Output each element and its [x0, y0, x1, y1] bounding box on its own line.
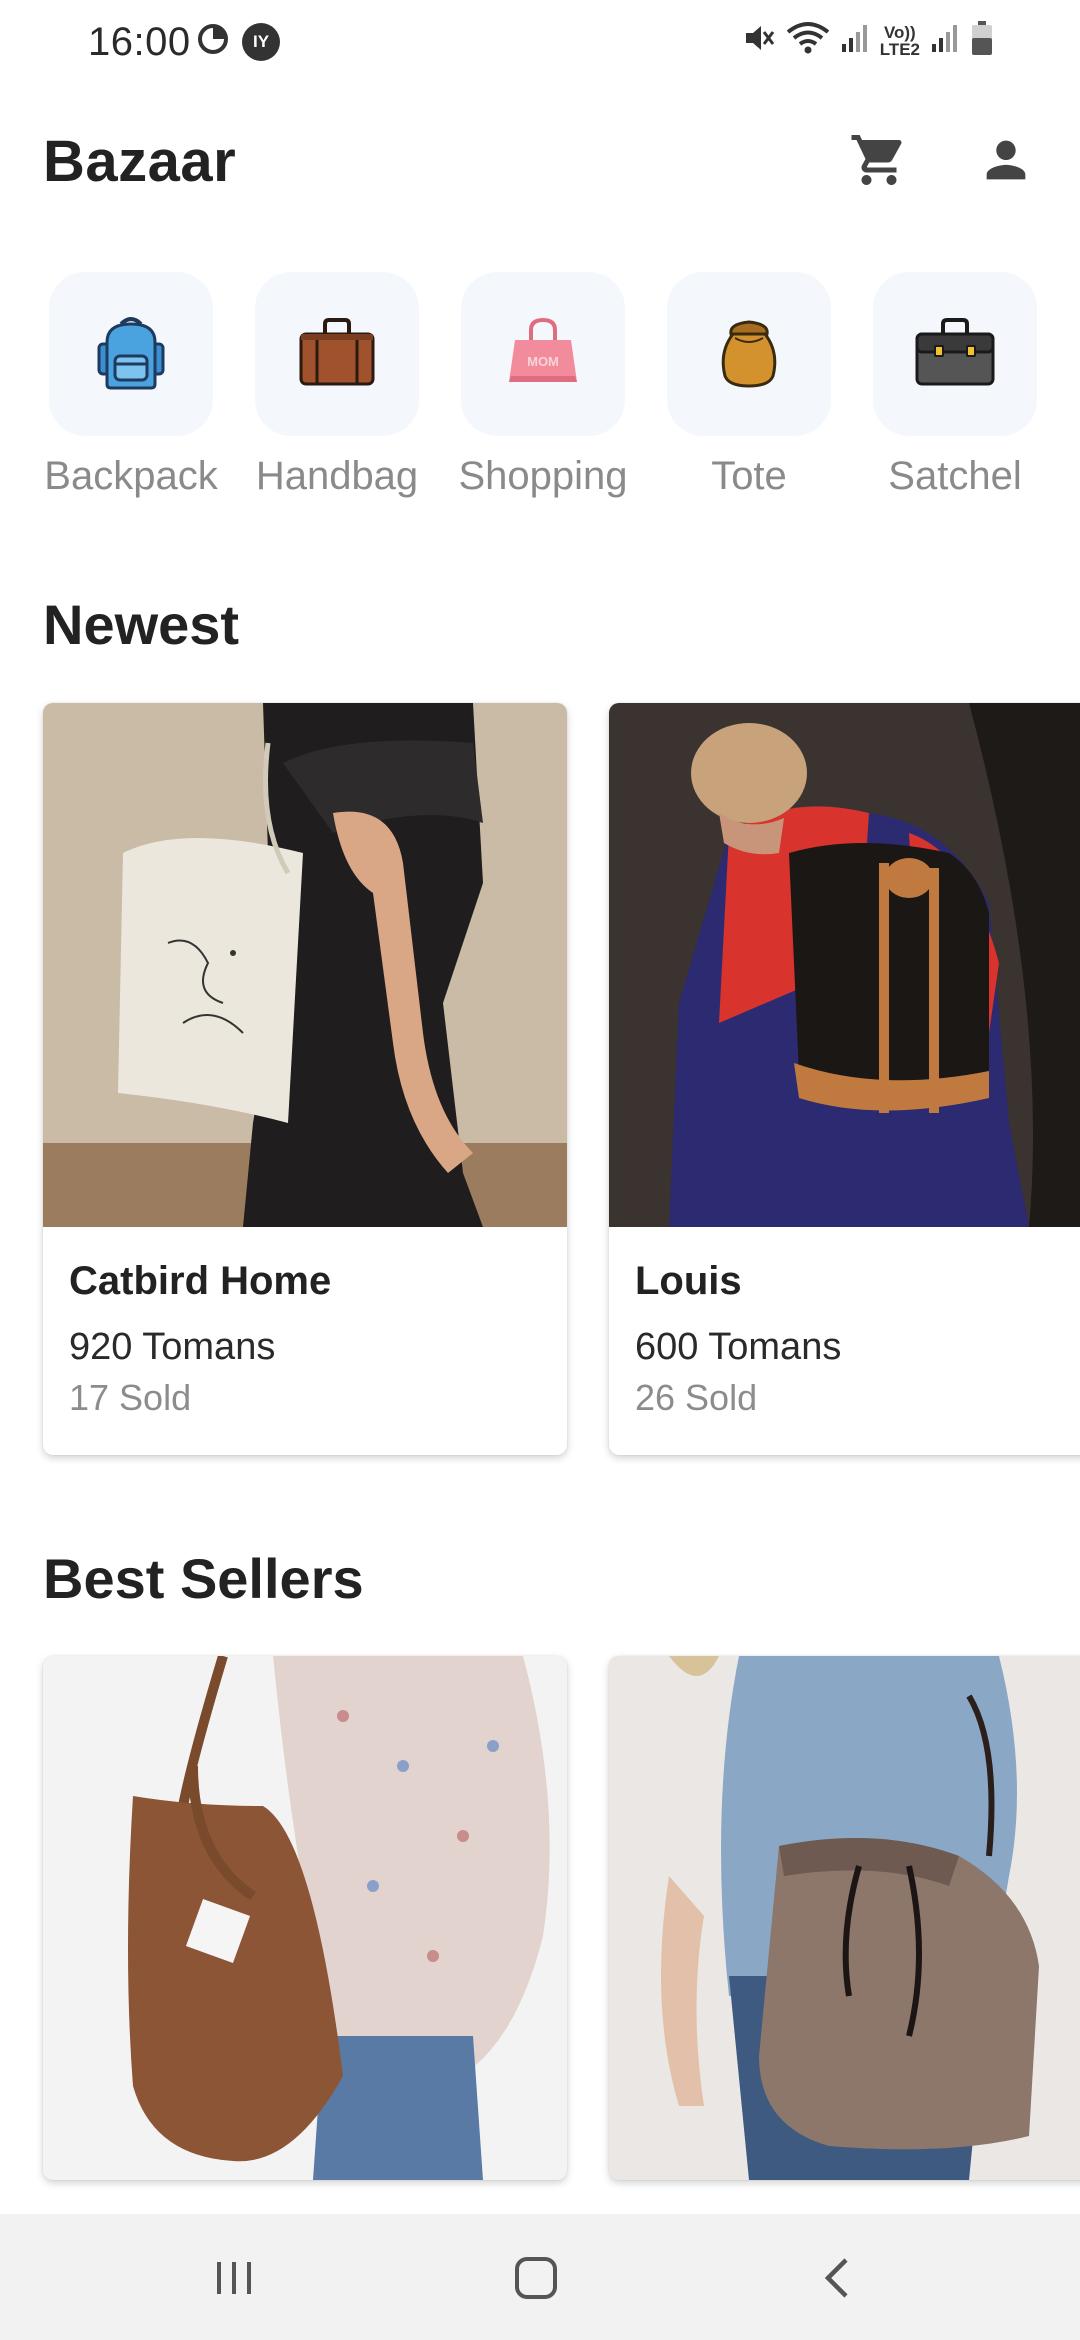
product-price: 920 Tomans — [69, 1326, 276, 1368]
mute-icon — [740, 20, 776, 61]
category-label: Shopping — [458, 454, 628, 498]
product-image — [43, 1656, 567, 2180]
section-title-newest: Newest — [43, 593, 240, 656]
category-label: Handbag — [255, 454, 419, 498]
shopping-bag-icon: MOM — [501, 312, 585, 397]
category-backpack[interactable]: Backpack — [28, 272, 234, 499]
signal-icon — [840, 22, 870, 59]
product-card-body: Louis 600 Tomans 26 Sold — [609, 1227, 1080, 1455]
product-sold: 26 Sold — [635, 1377, 758, 1418]
product-image — [609, 1656, 1080, 2180]
product-name: Louis — [635, 1259, 742, 1303]
wifi-icon — [786, 20, 830, 61]
product-name: Catbird Home — [69, 1259, 332, 1303]
category-tile[interactable] — [49, 272, 213, 436]
category-tile[interactable] — [667, 272, 831, 436]
app-title: Bazaar — [43, 129, 237, 194]
category-tile[interactable] — [255, 272, 419, 436]
back-button[interactable] — [808, 2250, 868, 2310]
product-card[interactable]: Catbird Home 920 Tomans 17 Sold — [43, 703, 567, 1455]
product-image — [609, 703, 1080, 1227]
best-sellers-product-list — [43, 1656, 1080, 2180]
cart-button[interactable] — [843, 126, 915, 198]
category-tote[interactable]: Tote — [646, 272, 852, 499]
status-right-icons: Vo)) LTE2 — [740, 20, 994, 61]
account-button[interactable] — [970, 126, 1042, 198]
volte-icon: Vo)) LTE2 — [880, 24, 920, 58]
back-icon — [818, 2256, 858, 2305]
newest-product-list: Catbird Home 920 Tomans 17 Sold Louis 60… — [43, 703, 1080, 1455]
account-icon — [977, 131, 1035, 194]
volte-label-bottom: LTE2 — [879, 39, 920, 59]
home-icon — [512, 2254, 560, 2307]
tote-icon — [709, 312, 789, 397]
volte-label-top: Vo)) — [883, 22, 916, 42]
category-label: Satchel — [888, 454, 1022, 498]
product-image — [43, 703, 567, 1227]
handbag-icon — [295, 312, 379, 397]
profile-badge-icon: IY — [242, 22, 280, 61]
category-tile[interactable] — [873, 272, 1037, 436]
status-bar: 16:00 IY Vo)) LTE2 — [0, 0, 1080, 84]
app-bar: Bazaar — [0, 110, 1080, 210]
product-card-body: Catbird Home 920 Tomans 17 Sold — [43, 1227, 567, 1455]
recents-icon — [212, 2256, 256, 2305]
profile-badge-text: IY — [252, 31, 270, 51]
category-handbag[interactable]: Handbag — [234, 272, 440, 499]
category-shopping[interactable]: MOM Shopping — [440, 272, 646, 499]
recents-button[interactable] — [204, 2250, 264, 2310]
product-card[interactable]: Louis 600 Tomans 26 Sold — [609, 703, 1080, 1455]
product-price: 600 Tomans — [635, 1326, 842, 1368]
data-saver-icon — [196, 22, 230, 61]
home-button[interactable] — [506, 2250, 566, 2310]
signal-icon-2 — [930, 22, 960, 59]
battery-icon — [970, 20, 994, 61]
product-card[interactable] — [609, 1656, 1080, 2180]
section-title-best-sellers: Best Sellers — [43, 1547, 364, 1610]
category-tile[interactable]: MOM — [461, 272, 625, 436]
product-sold: 17 Sold — [69, 1377, 192, 1418]
category-list: Backpack Handbag MOM Shopping Tote Satch… — [28, 272, 1080, 499]
product-card[interactable] — [43, 1656, 567, 2180]
cart-icon — [849, 130, 909, 195]
category-satchel[interactable]: Satchel — [852, 272, 1058, 499]
backpack-icon — [91, 312, 171, 397]
status-left-icons: IY — [196, 22, 280, 61]
shopping-bag-text: MOM — [527, 354, 559, 369]
satchel-icon — [913, 312, 997, 397]
system-nav-bar — [0, 2214, 1080, 2340]
category-label: Tote — [711, 454, 787, 498]
category-label: Backpack — [44, 454, 218, 498]
status-time: 16:00 — [88, 20, 191, 64]
